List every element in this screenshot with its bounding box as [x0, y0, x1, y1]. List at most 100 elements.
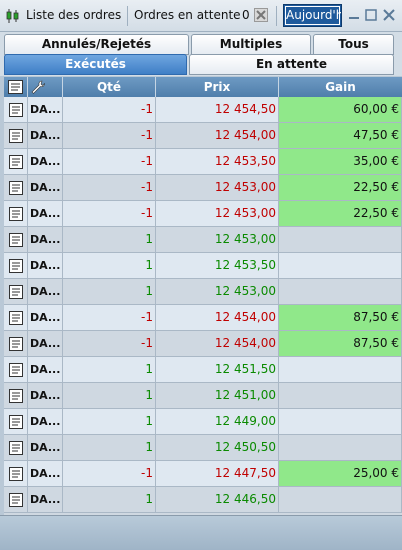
row-doc-cell[interactable]: [4, 461, 28, 486]
period-selector[interactable]: Aujourd'hui: [283, 4, 342, 27]
table-row[interactable]: DA... 1 12 453,50: [4, 253, 402, 279]
quantity-cell: 1: [63, 227, 156, 252]
price-cell: 12 454,00: [156, 305, 279, 330]
row-doc-cell[interactable]: [4, 409, 28, 434]
quantity-cell: -1: [63, 461, 156, 486]
gain-cell: 47,50 €: [279, 123, 402, 148]
row-doc-cell[interactable]: [4, 201, 28, 226]
tab-multiples[interactable]: Multiples: [191, 34, 311, 55]
row-doc-cell[interactable]: [4, 305, 28, 330]
instrument-name: DA...: [28, 305, 63, 330]
close-icon[interactable]: [382, 8, 396, 22]
price-cell: 12 454,50: [156, 97, 279, 122]
instrument-name: DA...: [28, 97, 63, 122]
price-cell: 12 447,50: [156, 461, 279, 486]
quantity-cell: -1: [63, 175, 156, 200]
price-cell: 12 454,00: [156, 331, 279, 356]
gain-cell: [279, 383, 402, 408]
gain-cell: 22,50 €: [279, 175, 402, 200]
row-doc-cell[interactable]: [4, 383, 28, 408]
gain-cell: 87,50 €: [279, 305, 402, 330]
window-title: Liste des ordres: [26, 8, 122, 22]
tab-executed[interactable]: Exécutés: [4, 54, 187, 75]
header-qty[interactable]: Qté: [63, 77, 156, 97]
header-tools-column[interactable]: [28, 77, 63, 97]
price-cell: 12 454,00: [156, 123, 279, 148]
quantity-cell: -1: [63, 331, 156, 356]
table-row[interactable]: DA... 1 12 450,50: [4, 435, 402, 461]
gain-cell: [279, 253, 402, 278]
instrument-name: DA...: [28, 461, 63, 486]
tab-cancelled-rejected[interactable]: Annulés/Rejetés: [4, 34, 189, 55]
document-icon: [9, 389, 23, 403]
quantity-cell: -1: [63, 123, 156, 148]
header-gain[interactable]: Gain: [279, 77, 402, 97]
table-row[interactable]: DA... -1 12 447,50 25,00 €: [4, 461, 402, 487]
minimize-icon[interactable]: [347, 8, 361, 22]
clear-pending-icon[interactable]: [254, 8, 268, 22]
row-doc-cell[interactable]: [4, 97, 28, 122]
document-icon: [9, 285, 23, 299]
header-price[interactable]: Prix: [156, 77, 279, 97]
quantity-cell: 1: [63, 383, 156, 408]
table-row[interactable]: DA... -1 12 453,00 22,50 €: [4, 175, 402, 201]
status-bar: [0, 515, 402, 550]
quantity-cell: 1: [63, 435, 156, 460]
document-icon: [9, 181, 23, 195]
quantity-cell: -1: [63, 97, 156, 122]
row-doc-cell[interactable]: [4, 123, 28, 148]
row-doc-cell[interactable]: [4, 331, 28, 356]
title-divider-2: [276, 6, 277, 26]
instrument-name: DA...: [28, 279, 63, 304]
table-row[interactable]: DA... 1 12 446,50: [4, 487, 402, 513]
table-row[interactable]: DA... -1 12 454,50 60,00 €: [4, 97, 402, 123]
quantity-cell: 1: [63, 279, 156, 304]
gain-cell: 60,00 €: [279, 97, 402, 122]
table-row[interactable]: DA... -1 12 453,50 35,00 €: [4, 149, 402, 175]
table-row[interactable]: DA... 1 12 449,00: [4, 409, 402, 435]
instrument-name: DA...: [28, 227, 63, 252]
row-doc-cell[interactable]: [4, 175, 28, 200]
gain-cell: [279, 435, 402, 460]
gain-cell: [279, 279, 402, 304]
orders-grid: Qté Prix Gain DA... -1 12 454,50 60,00 € DA.…: [4, 77, 402, 515]
instrument-name: DA...: [28, 175, 63, 200]
table-row[interactable]: DA... 1 12 453,00: [4, 279, 402, 305]
quantity-cell: 1: [63, 487, 156, 512]
table-row[interactable]: DA... -1 12 454,00 87,50 €: [4, 305, 402, 331]
maximize-icon[interactable]: [364, 8, 378, 22]
table-row[interactable]: DA... 1 12 453,00: [4, 227, 402, 253]
price-cell: 12 449,00: [156, 409, 279, 434]
document-icon: [9, 337, 23, 351]
pending-orders-count: 0: [242, 8, 250, 22]
instrument-name: DA...: [28, 487, 63, 512]
wrench-icon: [31, 80, 45, 94]
price-cell: 12 453,00: [156, 175, 279, 200]
row-doc-cell[interactable]: [4, 227, 28, 252]
header-doc-column[interactable]: [4, 77, 28, 97]
candlestick-chart-icon: [6, 9, 19, 23]
table-row[interactable]: DA... -1 12 454,00 47,50 €: [4, 123, 402, 149]
tab-all[interactable]: Tous: [313, 34, 394, 55]
document-icon: [9, 467, 23, 481]
document-icon: [9, 259, 23, 273]
row-doc-cell[interactable]: [4, 253, 28, 278]
row-doc-cell[interactable]: [4, 279, 28, 304]
document-icon: [9, 415, 23, 429]
row-doc-cell[interactable]: [4, 357, 28, 382]
price-cell: 12 451,50: [156, 357, 279, 382]
table-row[interactable]: DA... 1 12 451,00: [4, 383, 402, 409]
instrument-name: DA...: [28, 201, 63, 226]
document-icon: [8, 80, 23, 94]
gain-cell: [279, 487, 402, 512]
table-row[interactable]: DA... 1 12 451,50: [4, 357, 402, 383]
tab-pending[interactable]: En attente: [189, 54, 394, 75]
row-doc-cell[interactable]: [4, 487, 28, 512]
table-row[interactable]: DA... -1 12 454,00 87,50 €: [4, 331, 402, 357]
row-doc-cell[interactable]: [4, 435, 28, 460]
row-doc-cell[interactable]: [4, 149, 28, 174]
table-row[interactable]: DA... -1 12 453,00 22,50 €: [4, 201, 402, 227]
gain-cell: 35,00 €: [279, 149, 402, 174]
document-icon: [9, 207, 23, 221]
price-cell: 12 453,00: [156, 279, 279, 304]
